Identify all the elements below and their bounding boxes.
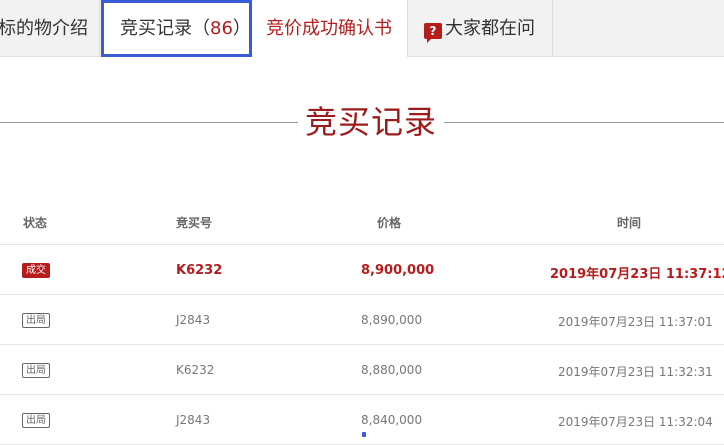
tab-faq[interactable]: ? 大家都在问 <box>408 0 553 57</box>
bid-price: 8,840,000 <box>361 413 423 427</box>
heading-divider-left <box>0 122 298 123</box>
status-badge-deal: 成交 <box>22 263 50 278</box>
scroll-indicator <box>362 432 366 437</box>
tab-confirmation[interactable]: 竞价成功确认书 <box>252 0 408 57</box>
tab-records-close: ） <box>232 18 251 39</box>
header-bid-code: 竞买号 <box>176 216 213 230</box>
bid-time: 2019年07月23日 11:37:12 <box>550 267 724 282</box>
section-title: 竞买记录 <box>304 103 437 141</box>
tab-confirm-label: 竞价成功确认书 <box>266 18 392 39</box>
table-row: 出局 J2843 8,890,000 2019年07月23日 11:37:01 <box>0 295 724 345</box>
tab-intro-label: 标的物介绍 <box>0 18 88 39</box>
table-row: 出局 K6232 8,880,000 2019年07月23日 11:32:31 <box>0 345 724 395</box>
header-time: 时间 <box>617 216 642 230</box>
bid-time: 2019年07月23日 11:32:31 <box>558 365 713 379</box>
bid-code: K6232 <box>176 363 215 377</box>
tab-ask-label: 大家都在问 <box>445 18 535 39</box>
table-row: 出局 J2843 8,840,000 2019年07月23日 11:32:04 <box>0 395 724 445</box>
bid-count: 86 <box>210 18 233 39</box>
bid-time: 2019年07月23日 11:32:04 <box>558 415 713 429</box>
heading-divider-right <box>444 122 724 123</box>
table-header: 状态 竞买号 价格 时间 <box>0 205 724 245</box>
tab-item-intro[interactable]: 标的物介绍 <box>0 0 100 57</box>
bid-code: K6232 <box>176 263 223 278</box>
table-row: 成交 K6232 8,900,000 2019年07月23日 11:37:12 <box>0 245 724 295</box>
status-badge-out: 出局 <box>22 413 50 428</box>
header-price: 价格 <box>377 216 402 230</box>
tab-bid-records[interactable]: 竞买记录（86） <box>101 0 252 57</box>
header-status: 状态 <box>23 216 48 230</box>
status-badge-out: 出局 <box>22 313 50 328</box>
bid-code: J2843 <box>176 413 211 427</box>
bid-code: J2843 <box>176 313 211 327</box>
bid-price: 8,880,000 <box>361 363 423 377</box>
bid-price: 8,890,000 <box>361 313 423 327</box>
tab-records-label: 竞买记录（ <box>120 18 210 39</box>
bid-price: 8,900,000 <box>361 263 435 278</box>
bid-time: 2019年07月23日 11:37:01 <box>558 315 713 329</box>
tab-bar: 标的物介绍 竞买记录（86） 竞价成功确认书 ? 大家都在问 <box>0 0 724 57</box>
question-chat-icon: ? <box>424 23 442 43</box>
status-badge-out: 出局 <box>22 363 50 378</box>
